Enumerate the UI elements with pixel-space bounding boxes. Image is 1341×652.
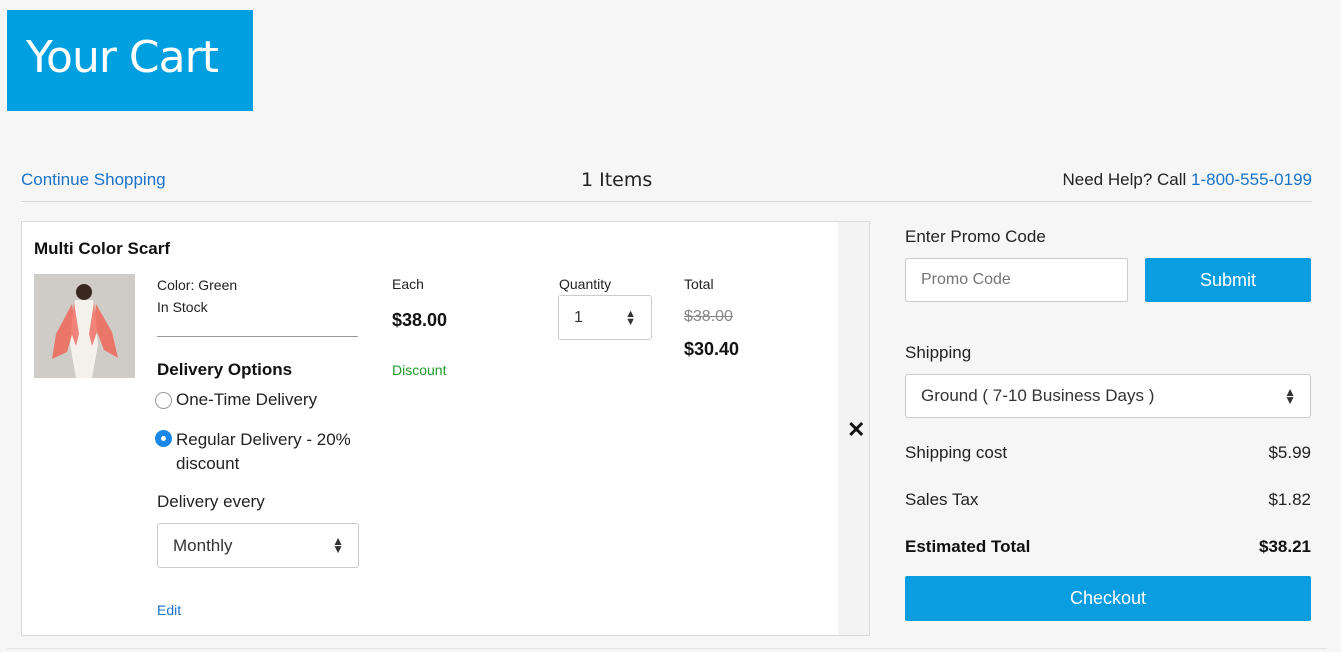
one-time-delivery-radio[interactable] [155, 391, 172, 409]
shipping-method-select[interactable]: Ground ( 7-10 Business Days ) ▲ ▼ [905, 374, 1311, 418]
product-image[interactable] [34, 274, 135, 378]
help-prefix: Need Help? Call [1062, 170, 1192, 189]
stock-status: In Stock [157, 299, 208, 315]
quantity-select[interactable]: 1 ▲ ▼ [558, 295, 652, 340]
estimated-total-label: Estimated Total [905, 537, 1031, 556]
sales-tax-label: Sales Tax [905, 490, 979, 509]
page-title: Your Cart [26, 32, 219, 83]
estimated-total-row: Estimated Total $38.21 [905, 537, 1311, 557]
shipping-cost-value: $5.99 [1268, 443, 1311, 462]
discounted-total: $30.40 [684, 339, 740, 359]
sales-tax-value: $1.82 [1268, 490, 1311, 509]
one-time-delivery-option[interactable]: One-Time Delivery [155, 390, 317, 410]
submit-promo-button[interactable]: Submit [1145, 258, 1311, 302]
shipping-label: Shipping [905, 343, 972, 362]
delivery-frequency-value: Monthly [173, 535, 233, 555]
each-price: $38.00 [392, 310, 448, 330]
regular-delivery-radio[interactable] [155, 430, 172, 447]
regular-delivery-label: Regular Delivery - 20% discount [176, 430, 351, 473]
select-caret-icon: ▲ ▼ [332, 534, 344, 556]
attributes-divider [157, 336, 358, 337]
shipping-method-value: Ground ( 7-10 Business Days ) [921, 386, 1155, 405]
help-text: Need Help? Call 1-800-555-0199 [1063, 170, 1313, 190]
cart-topbar: Continue Shopping 1 Items Need Help? Cal… [21, 166, 1312, 202]
discount-label: Discount [392, 362, 447, 378]
cart-item-card: Multi Color Scarf Color: Green In Stock … [21, 221, 870, 636]
promo-code-input[interactable] [905, 258, 1128, 302]
promo-code-label: Enter Promo Code [905, 227, 1046, 246]
page-bottom-divider [7, 648, 1327, 649]
one-time-delivery-label: One-Time Delivery [176, 390, 318, 409]
product-photo-svg [34, 274, 135, 378]
continue-shopping-link[interactable]: Continue Shopping [21, 170, 166, 190]
shipping-cost-row: Shipping cost $5.99 [905, 443, 1311, 463]
help-phone-link[interactable]: 1-800-555-0199 [1191, 170, 1312, 189]
quantity-value: 1 [574, 308, 583, 326]
select-caret-icon: ▲ ▼ [1284, 385, 1296, 407]
quantity-label: Quantity [559, 276, 612, 292]
total-label: Total [684, 276, 714, 292]
product-color: Color: Green [157, 277, 238, 293]
items-count: 1 Items [581, 169, 653, 191]
regular-delivery-option[interactable]: Regular Delivery - 20% discount [155, 428, 360, 476]
delivery-every-label: Delivery every [157, 492, 265, 511]
cart-header: Your Cart [7, 10, 253, 111]
product-name: Multi Color Scarf [34, 239, 171, 258]
delivery-options-title: Delivery Options [157, 360, 293, 379]
select-caret-icon: ▲ ▼ [625, 308, 636, 328]
estimated-total-value: $38.21 [1259, 537, 1311, 556]
original-total: $38.00 [684, 308, 733, 325]
close-icon[interactable]: ✕ [847, 419, 865, 441]
remove-column: ✕ [838, 222, 869, 635]
delivery-frequency-select[interactable]: Monthly ▲ ▼ [157, 523, 359, 568]
checkout-button[interactable]: Checkout [905, 576, 1311, 621]
each-label: Each [392, 276, 424, 292]
shipping-cost-label: Shipping cost [905, 443, 1008, 462]
sales-tax-row: Sales Tax $1.82 [905, 490, 1311, 510]
edit-link[interactable]: Edit [157, 602, 181, 618]
